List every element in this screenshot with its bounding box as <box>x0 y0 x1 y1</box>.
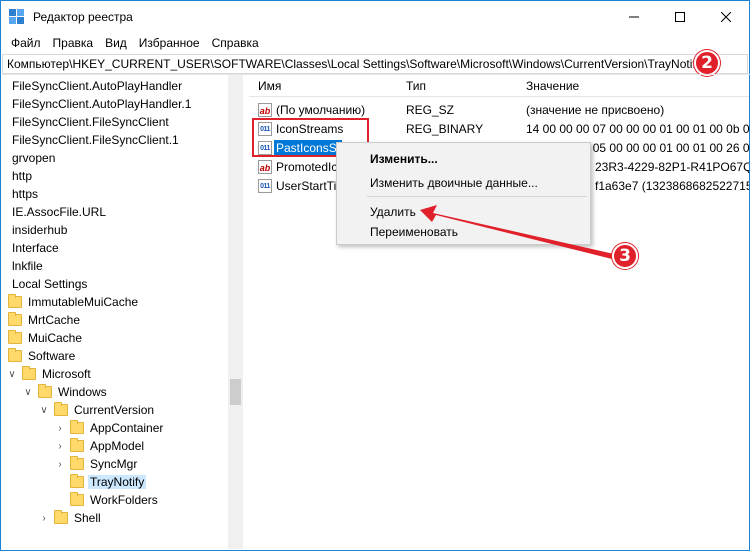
registry-editor-window: Редактор реестра Файл Правка Вид Избранн… <box>0 0 750 551</box>
annotation-arrow <box>420 205 614 259</box>
step-badge-3: 3 <box>612 243 638 269</box>
